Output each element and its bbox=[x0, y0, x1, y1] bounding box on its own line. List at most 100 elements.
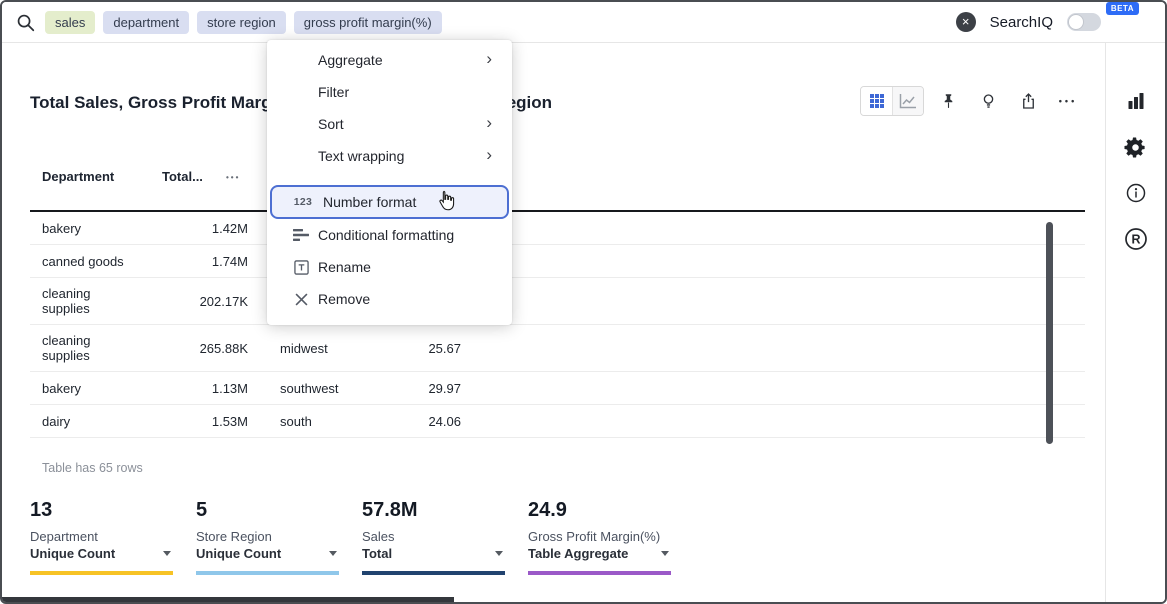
card-color-bar bbox=[30, 571, 173, 575]
svg-text:R: R bbox=[1131, 232, 1140, 246]
table-cell: southwest bbox=[270, 373, 372, 404]
card-aggregation-label: Total bbox=[362, 546, 392, 561]
card-aggregation-label: Table Aggregate bbox=[528, 546, 628, 561]
table-row[interactable]: cleaning supplies265.88Kmidwest25.67 bbox=[30, 325, 1085, 372]
table-cell: canned goods bbox=[30, 246, 150, 277]
submenu-arrow-icon: › bbox=[486, 114, 492, 131]
summary-card-gross-profit-margin: 24.9 Gross Profit Margin(%) Table Aggregat… bbox=[528, 499, 671, 575]
card-value: 24.9 bbox=[528, 499, 671, 521]
bar-chart-icon[interactable] bbox=[1122, 87, 1150, 115]
table-cell: dairy bbox=[30, 406, 150, 437]
card-value: 5 bbox=[196, 499, 339, 521]
info-icon[interactable] bbox=[1122, 179, 1150, 207]
table-row[interactable]: canned goods1.74M bbox=[30, 245, 1085, 278]
card-aggregation-selector[interactable]: Table Aggregate bbox=[528, 546, 671, 561]
search-icon bbox=[16, 13, 35, 32]
right-rail: R bbox=[1105, 43, 1165, 602]
table-row[interactable]: bakery1.42M bbox=[30, 212, 1085, 245]
table-cell: bakery bbox=[30, 373, 150, 404]
column-menu-trigger-icon[interactable]: ••• bbox=[226, 173, 240, 182]
card-aggregation-label: Unique Count bbox=[30, 546, 115, 561]
column-context-menu: Aggregate › Filter Sort› Text wrapping › 123 Nu… bbox=[267, 40, 512, 325]
remove-icon bbox=[291, 293, 311, 306]
card-label: Store Region bbox=[196, 529, 339, 544]
table-cell: 202.17K bbox=[150, 286, 270, 317]
menu-item-label: Remove bbox=[318, 291, 370, 307]
card-aggregation-label: Unique Count bbox=[196, 546, 281, 561]
search-token-gross-profit-margin[interactable]: gross profit margin(%) bbox=[294, 11, 442, 34]
menu-item-conditional-formatting[interactable]: Conditional formatting bbox=[267, 219, 512, 251]
menu-item-rename[interactable]: Rename bbox=[267, 251, 512, 283]
menu-item-label: Conditional formatting bbox=[318, 227, 454, 243]
menu-item-number-format[interactable]: 123 Number format bbox=[270, 185, 509, 219]
gear-icon[interactable] bbox=[1122, 133, 1150, 161]
searchiq-toggle[interactable]: BETA bbox=[1067, 13, 1101, 31]
table-cell: 24.06 bbox=[372, 406, 482, 437]
summary-card-department: 13DepartmentUnique Count bbox=[30, 499, 173, 575]
card-label: Gross Profit Margin(%) bbox=[528, 529, 671, 544]
table-cell: 265.88K bbox=[150, 333, 270, 364]
menu-item-label: Aggregate bbox=[318, 52, 383, 68]
card-aggregation-selector[interactable]: Unique Count bbox=[30, 546, 173, 561]
menu-item-aggregate[interactable]: Aggregate › bbox=[267, 44, 512, 76]
table-header-row: Department Total... ••• bbox=[30, 142, 1085, 212]
toggle-knob[interactable] bbox=[1068, 14, 1084, 30]
summary-card-store-region: 5 Store Region Unique Count bbox=[196, 499, 339, 575]
table-cell: south bbox=[270, 406, 372, 437]
column-header-total-sales[interactable]: Total... bbox=[150, 169, 270, 184]
answer-toolbar: ••• bbox=[860, 86, 1083, 116]
horizontal-scrollbar-thumb[interactable] bbox=[2, 597, 454, 602]
menu-item-label: Text wrapping bbox=[318, 148, 404, 164]
clear-search-button[interactable]: × bbox=[956, 12, 976, 32]
result-table: Department Total... ••• bakery1.42Mcanne… bbox=[30, 142, 1085, 438]
table-cell: 1.13M bbox=[150, 373, 270, 404]
menu-item-text-wrapping[interactable]: Text wrapping › bbox=[267, 140, 512, 172]
menu-item-sort[interactable]: Sort› bbox=[267, 108, 512, 140]
conditional-formatting-icon bbox=[291, 228, 311, 242]
table-cell: 29.97 bbox=[372, 373, 482, 404]
search-token-sales[interactable]: sales bbox=[45, 11, 95, 34]
submenu-arrow-icon: › bbox=[486, 146, 492, 163]
search-token-store-region[interactable]: store region bbox=[197, 11, 286, 34]
menu-item-label: Rename bbox=[318, 259, 371, 275]
table-cell: cleaning supplies bbox=[30, 325, 150, 371]
pin-button[interactable] bbox=[933, 86, 963, 116]
table-cell: 1.74M bbox=[150, 246, 270, 277]
share-button[interactable] bbox=[1013, 86, 1043, 116]
r-logo-icon[interactable]: R bbox=[1122, 225, 1150, 253]
table-cell: 1.42M bbox=[150, 213, 270, 244]
card-aggregation-selector[interactable]: Total bbox=[362, 546, 505, 561]
chart-view-button[interactable] bbox=[892, 87, 923, 115]
menu-item-label: Number format bbox=[323, 194, 416, 210]
vertical-scrollbar-thumb[interactable] bbox=[1046, 222, 1053, 444]
menu-item-label: Filter bbox=[318, 84, 349, 100]
table-row[interactable]: bakery1.13Msouthwest29.97 bbox=[30, 372, 1085, 405]
chevron-down-icon bbox=[495, 551, 503, 556]
number-format-icon: 123 bbox=[293, 196, 313, 208]
search-bar: sales department store region gross profit … bbox=[2, 2, 1165, 43]
column-header-department[interactable]: Department bbox=[30, 169, 150, 184]
menu-item-filter[interactable]: Filter bbox=[267, 76, 512, 108]
card-color-bar bbox=[362, 571, 505, 575]
more-ellipsis-button[interactable]: ••• bbox=[1053, 86, 1083, 116]
lightbulb-button[interactable] bbox=[973, 86, 1003, 116]
card-value: 57.8M bbox=[362, 499, 505, 521]
toolbar-actions: ••• bbox=[933, 86, 1083, 116]
table-cell: midwest bbox=[270, 333, 372, 364]
menu-item-remove[interactable]: Remove bbox=[267, 283, 512, 315]
chevron-down-icon bbox=[163, 551, 171, 556]
submenu-arrow-icon: › bbox=[486, 50, 492, 67]
beta-badge: BETA bbox=[1106, 2, 1139, 15]
card-label: Sales bbox=[362, 529, 505, 544]
chevron-down-icon bbox=[661, 551, 669, 556]
menu-divider bbox=[267, 172, 512, 185]
table-view-button[interactable] bbox=[861, 87, 892, 115]
table-cell: bakery bbox=[30, 213, 150, 244]
search-token-department[interactable]: department bbox=[103, 11, 189, 34]
table-row[interactable]: dairy1.53Msouth24.06 bbox=[30, 405, 1085, 438]
card-color-bar bbox=[528, 571, 671, 575]
card-aggregation-selector[interactable]: Unique Count bbox=[196, 546, 339, 561]
table-row[interactable]: cleaning supplies202.17K bbox=[30, 278, 1085, 325]
table-cell: cleaning supplies bbox=[30, 278, 150, 324]
card-color-bar bbox=[196, 571, 339, 575]
